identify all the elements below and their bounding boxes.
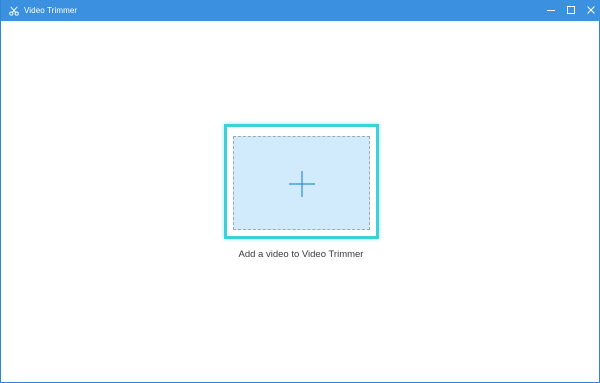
video-trimmer-window: Video Trimmer Add a video to Video Trimm… — [0, 0, 600, 383]
close-icon — [586, 2, 596, 20]
maximize-icon — [566, 2, 576, 20]
window-controls — [541, 0, 600, 21]
minimize-icon — [546, 2, 556, 20]
scissors-icon — [9, 6, 19, 16]
maximize-button[interactable] — [561, 0, 581, 21]
title-bar[interactable]: Video Trimmer — [1, 0, 600, 21]
close-button[interactable] — [581, 0, 600, 21]
main-content: Add a video to Video Trimmer — [1, 21, 600, 383]
video-drop-zone[interactable] — [233, 136, 370, 230]
add-video-button[interactable] — [224, 124, 379, 239]
add-video-caption: Add a video to Video Trimmer — [238, 249, 364, 260]
window-title: Video Trimmer — [24, 6, 78, 15]
plus-icon — [288, 170, 316, 198]
minimize-button[interactable] — [541, 0, 561, 21]
